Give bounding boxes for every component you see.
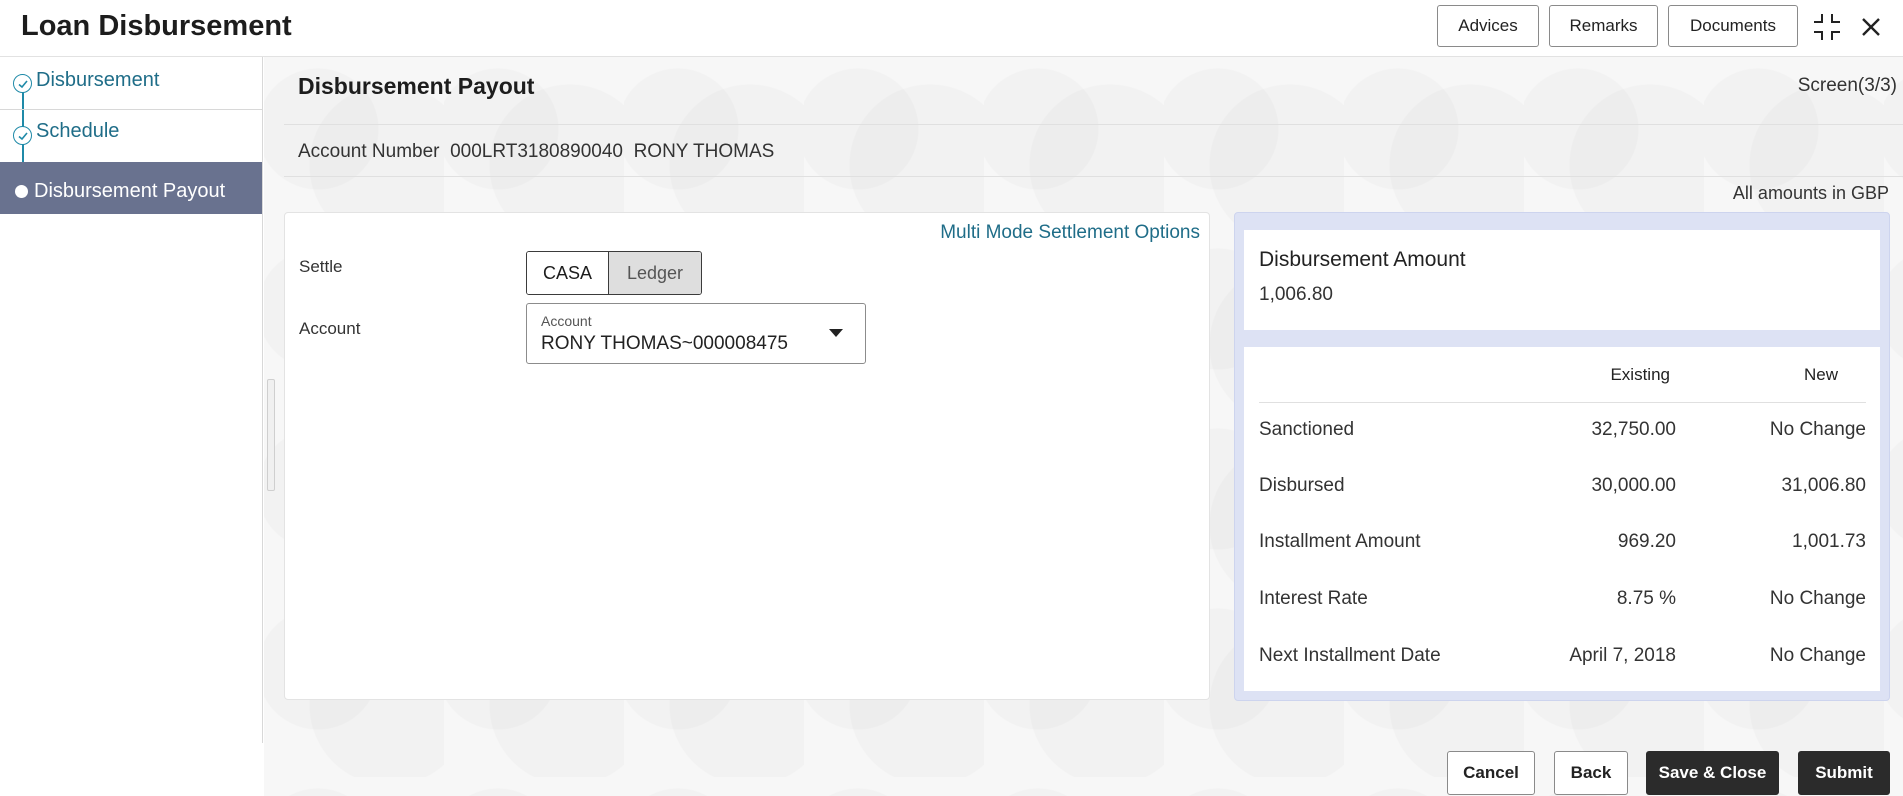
settle-option-casa[interactable]: CASA: [527, 252, 609, 294]
step-sidebar: Disbursement Schedule Disbursement Payou…: [0, 57, 263, 743]
step-label: Schedule: [36, 120, 120, 142]
app-title: Loan Disbursement: [21, 10, 292, 42]
row-new-value: No Change: [1769, 645, 1866, 666]
column-header-new: New: [1803, 365, 1838, 384]
main-content: Disbursement Payout Screen(3/3) Account …: [264, 57, 1903, 796]
row-existing-value: 969.20: [1617, 531, 1676, 552]
advices-button[interactable]: Advices: [1437, 5, 1539, 47]
remarks-button[interactable]: Remarks: [1549, 5, 1658, 47]
row-existing-value: 8.75 %: [1616, 588, 1676, 609]
table-row: Disbursed 30,000.00 31,006.80: [1244, 475, 1880, 505]
account-info: Account Number 000LRT3180890040 RONY THO…: [298, 141, 774, 163]
column-header-existing: Existing: [1610, 365, 1670, 384]
collapse-icon[interactable]: [1812, 12, 1842, 42]
account-label: Account: [299, 319, 361, 338]
save-close-button[interactable]: Save & Close: [1646, 751, 1779, 795]
caret-down-icon: [829, 329, 843, 337]
step-disbursement[interactable]: Disbursement: [0, 57, 262, 109]
step-label: Disbursement: [36, 69, 160, 91]
multi-mode-settlement-link[interactable]: Multi Mode Settlement Options: [940, 222, 1200, 244]
account-select[interactable]: Account RONY THOMAS~000008475: [526, 303, 866, 364]
check-circle-icon: [13, 126, 32, 145]
disbursement-amount-value: 1,006.80: [1259, 284, 1333, 305]
row-new-value: 1,001.73: [1792, 531, 1866, 552]
table-row: Installment Amount 969.20 1,001.73: [1244, 531, 1880, 561]
back-button[interactable]: Back: [1554, 751, 1628, 795]
table-row: Next Installment Date April 7, 2018 No C…: [1244, 645, 1880, 675]
settle-toggle: CASA Ledger: [526, 251, 702, 295]
current-step-dot-icon: [15, 185, 28, 198]
documents-button[interactable]: Documents: [1668, 5, 1798, 47]
account-number: 000LRT3180890040: [450, 141, 623, 162]
row-label: Installment Amount: [1259, 531, 1421, 552]
row-new-value: 31,006.80: [1781, 475, 1866, 496]
step-schedule[interactable]: Schedule: [0, 110, 262, 162]
disbursement-amount-title: Disbursement Amount: [1259, 248, 1466, 271]
row-existing-value: 32,750.00: [1591, 419, 1676, 440]
divider: [284, 124, 1903, 125]
disbursement-amount-card: Disbursement Amount 1,006.80: [1244, 230, 1880, 330]
summary-panel: Disbursement Amount 1,006.80 Existing Ne…: [1234, 212, 1890, 701]
settle-label: Settle: [299, 257, 343, 276]
step-label: Disbursement Payout: [34, 180, 226, 202]
account-name: RONY THOMAS: [633, 141, 775, 162]
settle-option-ledger[interactable]: Ledger: [609, 252, 701, 294]
row-label: Disbursed: [1259, 475, 1345, 496]
screen-indicator: Screen(3/3): [1797, 75, 1897, 96]
submit-button[interactable]: Submit: [1798, 751, 1890, 795]
row-new-value: No Change: [1769, 588, 1866, 609]
row-new-value: No Change: [1769, 419, 1866, 440]
panel-resize-handle[interactable]: [267, 379, 275, 491]
close-icon[interactable]: [1856, 12, 1886, 42]
row-label: Next Installment Date: [1259, 645, 1441, 666]
account-select-label: Account: [541, 313, 592, 329]
account-number-label: Account Number: [298, 141, 440, 162]
comparison-table: Existing New Sanctioned 32,750.00 No Cha…: [1244, 347, 1880, 691]
table-row: Sanctioned 32,750.00 No Change: [1244, 419, 1880, 449]
currency-note: All amounts in GBP: [1732, 183, 1889, 203]
divider: [284, 176, 1903, 177]
app-header: Loan Disbursement Advices Remarks Docume…: [0, 0, 1903, 57]
row-existing-value: 30,000.00: [1591, 475, 1676, 496]
row-label: Interest Rate: [1259, 588, 1368, 609]
page-title: Disbursement Payout: [298, 73, 535, 99]
table-row: Interest Rate 8.75 % No Change: [1244, 588, 1880, 618]
row-existing-value: April 7, 2018: [1569, 645, 1676, 666]
divider: [1259, 402, 1866, 403]
check-circle-icon: [13, 74, 32, 93]
settlement-panel: Multi Mode Settlement Options Settle CAS…: [284, 212, 1210, 700]
row-label: Sanctioned: [1259, 419, 1355, 440]
account-select-value: RONY THOMAS~000008475: [541, 333, 788, 354]
step-disbursement-payout[interactable]: Disbursement Payout: [0, 162, 262, 214]
cancel-button[interactable]: Cancel: [1447, 751, 1535, 795]
